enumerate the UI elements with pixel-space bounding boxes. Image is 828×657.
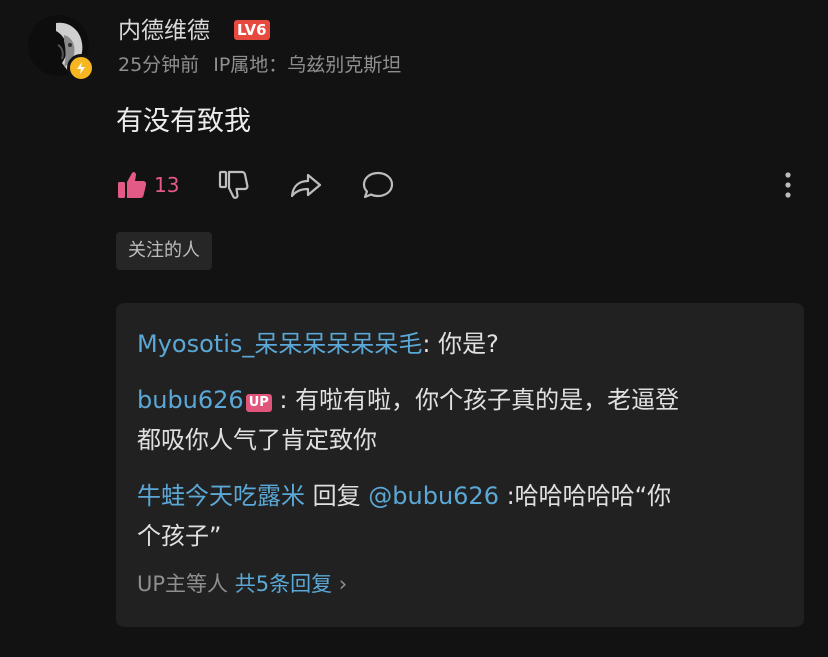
reply-text-continued: 都吸你人气了肯定致你 — [137, 426, 377, 454]
reply-author[interactable]: bubu626 — [137, 386, 244, 414]
reply-text: :哈哈哈哈哈“你 — [498, 482, 672, 510]
total-replies-link[interactable]: 共5条回复 — [235, 572, 332, 596]
mention-link[interactable]: @bubu626 — [368, 482, 499, 510]
replies-panel[interactable]: Myosotis_呆呆呆呆呆呆毛: 你是? bubu626 UP : 有啦有啦，你… — [116, 303, 804, 627]
summary-prefix: UP主等人 — [137, 572, 229, 596]
reply-word: 回复 — [305, 482, 369, 510]
reply-text-continued: 个孩子” — [137, 522, 222, 550]
reply-item[interactable]: Myosotis_呆呆呆呆呆呆毛: 你是? — [137, 324, 499, 364]
reply-text: : 有啦有啦，你个孩子真的是，老逼登 — [271, 386, 680, 414]
reply-item[interactable]: 牛蛙今天吃露米 回复 @bubu626 :哈哈哈哈哈“你 — [137, 476, 671, 516]
share-button[interactable] — [289, 168, 325, 202]
follow-tag: 关注的人 — [116, 232, 212, 270]
reply-author[interactable]: Myosotis_呆呆呆呆呆呆毛 — [137, 330, 422, 358]
more-options-button[interactable] — [776, 168, 800, 202]
reply-item[interactable]: bubu626 UP : 有啦有啦，你个孩子真的是，老逼登 — [137, 380, 679, 420]
replies-summary[interactable]: UP主等人 共5条回复 › — [137, 568, 347, 600]
comment-text: 有没有致我 — [116, 106, 251, 137]
chevron-right-icon: › — [338, 572, 348, 596]
dislike-button[interactable] — [218, 168, 252, 202]
lightning-icon — [67, 54, 95, 82]
reply-bubble-icon — [362, 171, 394, 199]
time-ago: 25分钟前 — [118, 54, 200, 76]
reply-text: : 你是? — [422, 330, 499, 358]
like-count: 13 — [154, 173, 180, 197]
level-badge: LV6 — [234, 20, 270, 40]
like-button[interactable]: 13 — [116, 168, 179, 202]
more-vertical-icon — [785, 172, 791, 198]
reply-button[interactable] — [361, 168, 397, 202]
up-badge: UP — [245, 394, 272, 412]
username[interactable]: 内德维德 — [118, 16, 210, 46]
thumbs-down-icon — [218, 170, 249, 199]
share-icon — [290, 173, 322, 198]
avatar[interactable] — [28, 15, 95, 82]
comment-meta: 25分钟前 IP属地：乌兹别克斯坦 — [118, 51, 401, 79]
reply-author[interactable]: 牛蛙今天吃露米 — [137, 482, 305, 510]
ip-location: IP属地：乌兹别克斯坦 — [213, 54, 402, 76]
thumbs-up-icon — [118, 172, 147, 198]
